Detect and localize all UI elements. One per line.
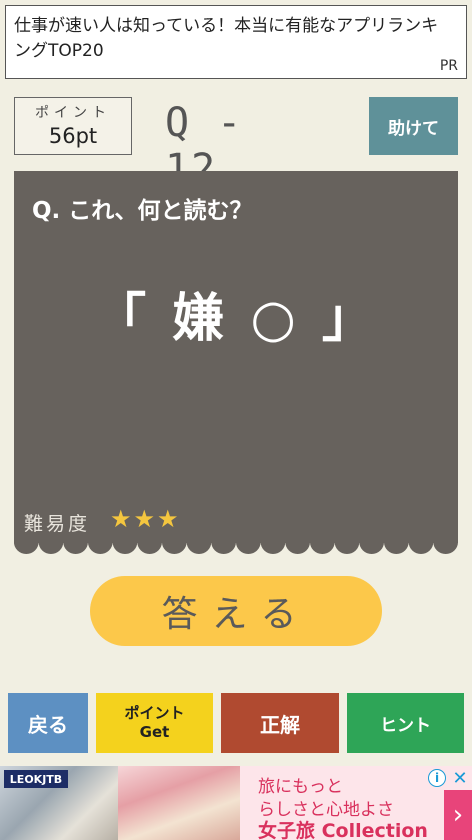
difficulty-label: 難易度 [24, 513, 91, 535]
answer-reveal-button[interactable]: 正解 [221, 693, 339, 753]
ad-logo: LEOKJTB [4, 770, 68, 788]
ad-text-line3: 女子旅 Collection [258, 820, 428, 840]
ad-banner[interactable]: LEOKJTB 旅にもっと らしさと心地よさ 女子旅 Collection i … [0, 766, 472, 840]
ad-photo-sweets [118, 766, 240, 840]
difficulty-stars: ★★★ [110, 505, 181, 533]
get-points-label-1: ポイント [124, 704, 185, 722]
pr-text: 仕事が速い人は知っている！本当に有能なアプリランキングTOP20 [14, 16, 439, 61]
answer-button[interactable]: 答える [90, 576, 382, 646]
hint-button[interactable]: ヒント [347, 693, 464, 753]
help-button[interactable]: 助けて [369, 97, 458, 155]
pr-banner[interactable]: 仕事が速い人は知っている！本当に有能なアプリランキングTOP20 PR [5, 5, 467, 79]
chevron-right-icon[interactable]: › [444, 790, 472, 840]
ad-photo-room: LEOKJTB [0, 766, 118, 840]
ad-text-line1: 旅にもっと [258, 777, 343, 797]
get-points-label-2: Get [139, 723, 170, 741]
close-icon[interactable]: ✕ [450, 768, 470, 789]
card-scallop-edge [14, 538, 458, 555]
points-box: ポイント 56pt [14, 97, 132, 155]
question-card: Q. これ、何と読む？ 「 嫌 ○ 」 難易度 ★★★ [14, 171, 458, 543]
info-icon[interactable]: i [428, 769, 446, 787]
pr-tag: PR [439, 58, 458, 74]
get-points-button[interactable]: ポイント Get [96, 693, 213, 753]
back-button[interactable]: 戻る [8, 693, 88, 753]
points-value: 56pt [48, 124, 98, 148]
points-label: ポイント [35, 105, 111, 121]
question-number: Q - 12 [165, 100, 244, 192]
question-kanji: 「 嫌 ○ 」 [94, 289, 378, 349]
question-prompt: Q. これ、何と読む？ [32, 198, 253, 224]
